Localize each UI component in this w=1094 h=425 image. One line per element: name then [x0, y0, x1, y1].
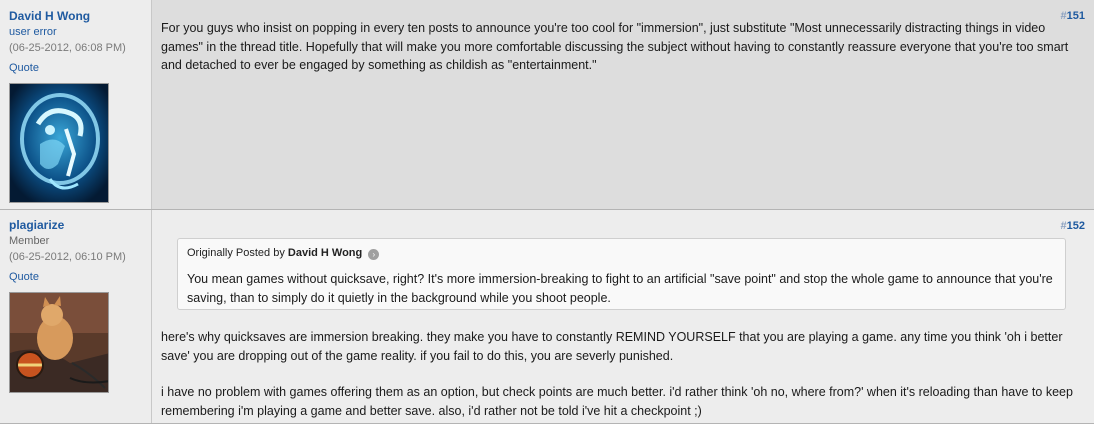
post-user-sidebar: David H Wong user error (06-25-2012, 06:… — [0, 0, 152, 209]
post-message: For you guys who insist on popping in ev… — [161, 21, 1069, 72]
user-title: user error — [9, 26, 57, 38]
post-message-paragraph: i have no problem with games offering th… — [161, 385, 1073, 418]
post-number[interactable]: #152 — [1061, 220, 1085, 232]
forum-post: David H Wong user error (06-25-2012, 06:… — [0, 0, 1094, 210]
xray-skull-avatar-icon — [10, 84, 108, 202]
view-post-icon[interactable]: › — [368, 249, 380, 260]
forum-post: plagiarize Member (06-25-2012, 06:10 PM)… — [0, 210, 1094, 424]
avatar[interactable] — [9, 83, 109, 203]
post-date: (06-25-2012, 06:08 PM) — [9, 42, 126, 54]
quote-text: You mean games without quicksave, right?… — [187, 272, 1053, 305]
kitten-helmet-avatar-icon — [10, 293, 108, 392]
post-content: #152 Originally Posted by David H Wong ›… — [152, 210, 1094, 423]
post-date: (06-25-2012, 06:10 PM) — [9, 251, 126, 263]
avatar[interactable] — [9, 292, 109, 393]
quote-author: David H Wong — [287, 247, 363, 259]
quote-box: Originally Posted by David H Wong › You … — [177, 238, 1066, 310]
user-title: Member — [9, 235, 50, 247]
post-user-sidebar: plagiarize Member (06-25-2012, 06:10 PM)… — [0, 210, 152, 423]
username-link[interactable]: David H Wong — [9, 9, 90, 23]
quote-link[interactable]: Quote — [9, 62, 39, 74]
post-content: #151 For you guys who insist on popping … — [152, 0, 1094, 209]
username-link[interactable]: plagiarize — [9, 218, 64, 232]
quote-header: Originally Posted by David H Wong › — [187, 247, 380, 260]
quote-link[interactable]: Quote — [9, 271, 39, 283]
post-message-paragraph: here's why quicksaves are immersion brea… — [161, 330, 1063, 363]
